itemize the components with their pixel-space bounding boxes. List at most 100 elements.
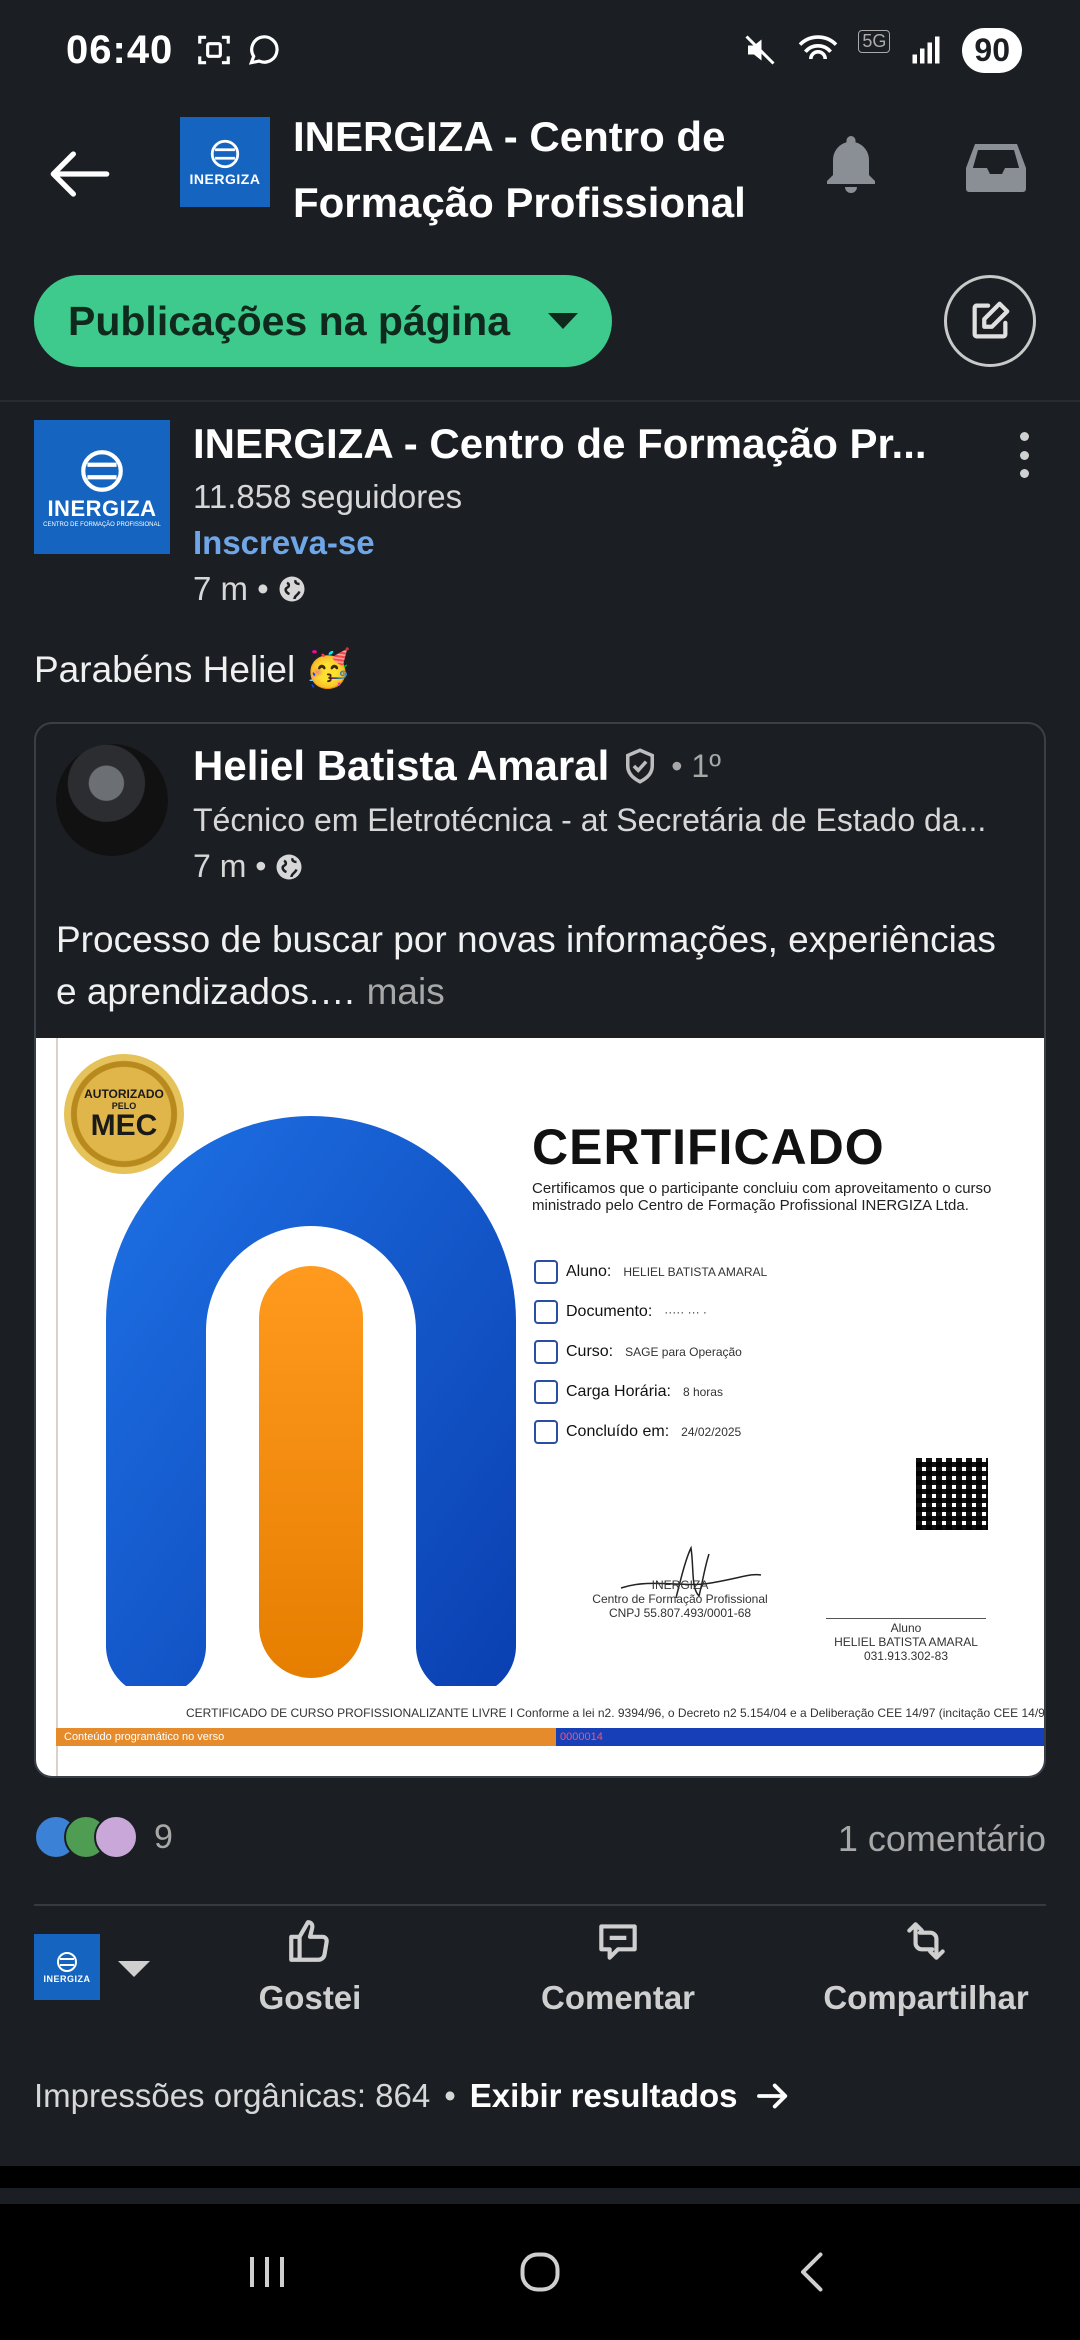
feed-separator bbox=[0, 2166, 1080, 2188]
post-followers: 11.858 seguidores bbox=[193, 478, 463, 515]
sig-right-line1: Aluno bbox=[890, 1621, 922, 1635]
post-timestamp: 7 m • bbox=[193, 570, 307, 608]
post-time-text: 7 m • bbox=[193, 570, 269, 607]
section-divider bbox=[0, 400, 1080, 402]
globe-logo-icon bbox=[57, 1952, 77, 1972]
signal-icon bbox=[912, 36, 940, 64]
certificate-row: Curso: SAGE para Operação bbox=[534, 1332, 767, 1372]
impressions-bullet: • bbox=[444, 2077, 456, 2114]
certificate-details: Aluno: HELIEL BATISTA AMARAL Documento: ··… bbox=[534, 1252, 767, 1452]
impressions-text: Impressões orgânicas: 864 bbox=[34, 2077, 431, 2114]
certificate-title: CERTIFICADO bbox=[532, 1119, 885, 1175]
inergiza-n-logo-graphic bbox=[106, 1116, 516, 1686]
certificate-row: Carga Horária: 8 horas bbox=[534, 1372, 767, 1412]
arrow-right-icon[interactable] bbox=[752, 2075, 794, 2117]
page-posts-filter[interactable]: Publicações na página bbox=[34, 275, 612, 367]
subscribe-link[interactable]: Inscreva-se bbox=[193, 524, 375, 562]
row-label: Documento: bbox=[566, 1303, 653, 1320]
share-button[interactable]: Compartilhar bbox=[806, 1916, 1046, 2017]
shared-author-row: Heliel Batista Amaral • 1º bbox=[193, 742, 721, 790]
globe-icon bbox=[276, 854, 302, 879]
like-icon bbox=[289, 1920, 329, 1962]
love-reaction-icon bbox=[94, 1815, 138, 1859]
status-bar: 06:40 5G 90 bbox=[0, 0, 1080, 100]
wifi-icon bbox=[799, 35, 838, 60]
app-header: INERGIZA INERGIZA - Centro de Formação P… bbox=[0, 100, 1080, 270]
more-vertical-icon[interactable] bbox=[1012, 432, 1036, 478]
check-calendar-icon bbox=[534, 1420, 558, 1444]
see-more-link[interactable]: mais bbox=[356, 971, 445, 1012]
book-icon bbox=[534, 1340, 558, 1364]
shared-post-card[interactable]: Heliel Batista Amaral • 1º Técnico em El… bbox=[34, 722, 1046, 1778]
post-text: Parabéns Heliel 🥳 bbox=[34, 648, 351, 691]
post-logo-text: INERGIZA bbox=[47, 496, 157, 521]
network-type: 5G bbox=[858, 29, 891, 53]
sig-left-line3: CNPJ 55.807.493/0001-68 bbox=[608, 1606, 752, 1620]
certificate-bar-right: 0000014 bbox=[556, 1728, 1044, 1746]
post-author-logo[interactable]: INERGIZA CENTRO DE FORMAÇÃO PROFISSIONAL bbox=[34, 420, 170, 554]
page-logo-text: INERGIZA bbox=[189, 171, 261, 187]
edit-button[interactable] bbox=[944, 275, 1036, 367]
avatar[interactable] bbox=[56, 744, 168, 856]
screenshot-icon bbox=[198, 35, 231, 65]
document-icon bbox=[534, 1300, 558, 1324]
globe-icon bbox=[279, 576, 305, 602]
comment-button[interactable]: Comentar bbox=[498, 1916, 738, 2017]
row-value: HELIEL BATISTA AMARAL bbox=[623, 1265, 768, 1279]
comments-count[interactable]: 1 comentário bbox=[838, 1818, 1046, 1860]
page-logo[interactable]: INERGIZA bbox=[180, 117, 270, 207]
connection-degree: • 1º bbox=[671, 747, 721, 784]
status-notification-icons bbox=[195, 31, 283, 69]
reactions-summary[interactable]: 9 bbox=[34, 1815, 173, 1859]
sig-left-line2: Centro de Formação Profissional bbox=[592, 1592, 768, 1606]
bell-icon[interactable] bbox=[815, 130, 887, 202]
globe-logo-icon bbox=[81, 450, 123, 492]
like-button[interactable]: Gostei bbox=[190, 1916, 430, 2017]
shared-author-name[interactable]: Heliel Batista Amaral bbox=[193, 742, 609, 790]
view-results-link[interactable]: Exibir resultados bbox=[470, 2077, 738, 2115]
certificate-image[interactable]: AUTORIZADO PELO MEC CERTIFICADO Certific… bbox=[36, 1038, 1046, 1776]
row-value: 24/02/2025 bbox=[681, 1425, 742, 1439]
back-arrow-icon[interactable] bbox=[40, 134, 120, 214]
row-label: Aluno: bbox=[566, 1263, 612, 1280]
seal-top-text: AUTORIZADO bbox=[84, 1087, 164, 1101]
row-value: ····· ··· · bbox=[664, 1305, 707, 1319]
shared-post-body: Processo de buscar por novas informações… bbox=[56, 914, 1026, 1018]
like-label: Gostei bbox=[258, 1979, 362, 2016]
battery-indicator: 90 bbox=[962, 27, 1022, 73]
row-label: Concluído em: bbox=[566, 1423, 670, 1440]
inbox-icon[interactable] bbox=[960, 132, 1032, 204]
certificate-footer: CERTIFICADO DE CURSO PROFISSIONALIZANTE … bbox=[186, 1706, 1046, 1720]
party-face-emoji: 🥳 bbox=[305, 648, 352, 689]
recent-apps-icon[interactable] bbox=[237, 2242, 297, 2302]
certificate-row: Documento: ····· ··· · bbox=[534, 1292, 767, 1332]
row-value: 8 horas bbox=[682, 1385, 723, 1399]
system-navigation-bar bbox=[0, 2204, 1080, 2340]
share-label: Compartilhar bbox=[823, 1979, 1029, 2016]
page-title[interactable]: INERGIZA - Centro de Formação Profission… bbox=[293, 104, 793, 236]
organic-impressions: Impressões orgânicas: 864 • Exibir resul… bbox=[34, 2075, 794, 2117]
sig-left-line1: INERGIZA bbox=[651, 1578, 709, 1592]
actions-divider bbox=[34, 1904, 1046, 1906]
shared-time-text: 7 m • bbox=[193, 848, 267, 884]
certificate-row: Aluno: HELIEL BATISTA AMARAL bbox=[534, 1252, 767, 1292]
sig-right-line3: 031.913.302-83 bbox=[863, 1649, 949, 1663]
mute-icon bbox=[745, 35, 775, 65]
qr-code bbox=[916, 1458, 988, 1530]
row-value: SAGE para Operação bbox=[625, 1345, 742, 1359]
globe-logo-icon bbox=[210, 139, 240, 169]
filter-label: Publicações na página bbox=[68, 297, 511, 344]
verified-shield-icon bbox=[626, 748, 655, 784]
post-author-name[interactable]: INERGIZA - Centro de Formação Pr... bbox=[193, 420, 953, 468]
back-icon[interactable] bbox=[783, 2242, 843, 2302]
chevron-down-icon[interactable] bbox=[118, 1961, 150, 1977]
status-system-icons: 5G 90 bbox=[742, 27, 1022, 73]
shared-author-headline: Técnico em Eletrotécnica - at Secretária… bbox=[193, 802, 987, 838]
home-icon[interactable] bbox=[510, 2242, 570, 2302]
status-time: 06:40 bbox=[66, 27, 174, 72]
acting-as-logo[interactable]: INERGIZA bbox=[34, 1934, 100, 2000]
post-text-content: Parabéns Heliel bbox=[34, 648, 296, 690]
certificate-bar-left: Conteúdo programático no verso bbox=[56, 1728, 556, 1746]
chevron-down-icon bbox=[548, 313, 578, 329]
signature-issuer: INERGIZA Centro de Formação Profissional… bbox=[580, 1578, 780, 1620]
